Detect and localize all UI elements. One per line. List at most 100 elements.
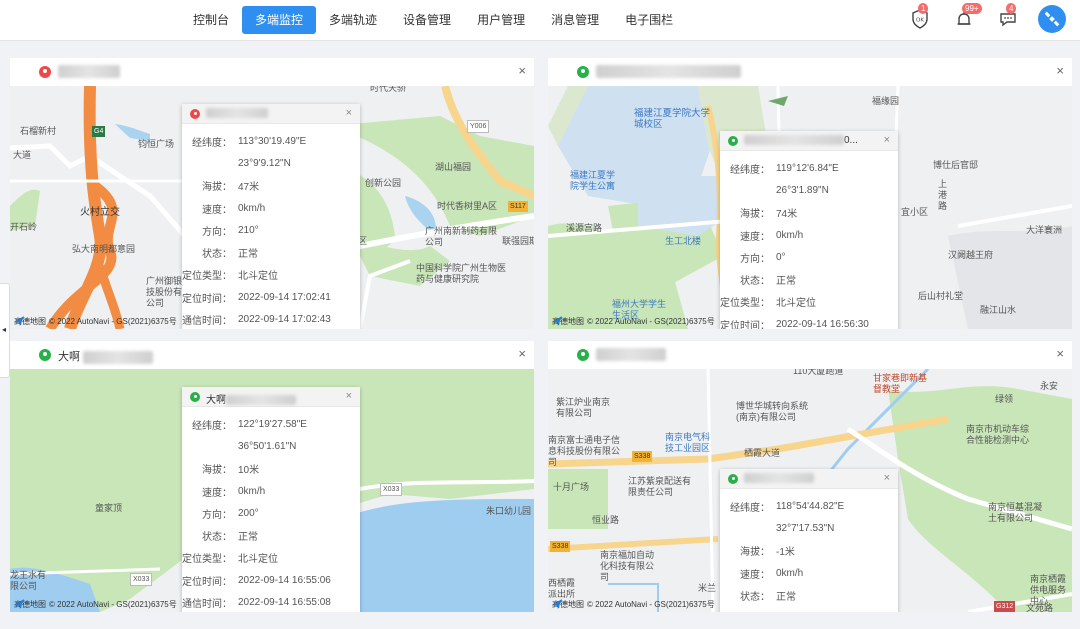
field-label: 状态：: [740, 591, 770, 603]
field-label: 速度：: [202, 204, 232, 216]
info-popup: × 经纬度： 113°30'19.49"E 23°9'9.12"N 海拔： 47米 …: [182, 104, 360, 329]
map-label: 开石岭: [10, 222, 38, 232]
field-label: 定位类型：: [182, 271, 232, 283]
field-label: 定位时间：: [182, 576, 232, 588]
close-icon[interactable]: ×: [1056, 347, 1064, 361]
map-label: 南京福加自动化科技有限公司: [600, 550, 655, 582]
map-view[interactable]: 时代天骄 Y006 石榴新村 G4 钧恒广场 大道 湖山福园 创新公园 火村立交…: [10, 86, 534, 329]
notice-button[interactable]: 99+: [950, 3, 982, 33]
panel-header: 大啊 ×: [10, 341, 534, 369]
map-view[interactable]: 福建江夏学院大学城校区 福缘园 福建江夏学院学生公寓 博仕后官邸 上港路 溪源宫…: [548, 86, 1072, 329]
field-label: 状态：: [202, 249, 232, 261]
nav-item-message-mgmt[interactable]: 消息管理: [538, 6, 612, 34]
loc-time-value: 2022-09-14 16:56:30: [776, 318, 869, 329]
road-sign: G4: [92, 126, 106, 137]
nav-item-console[interactable]: 控制台: [180, 6, 242, 34]
direction-value: 0°: [776, 251, 786, 263]
map-label: 110大厦跑道: [793, 369, 844, 376]
loc-type-value: 北斗定位: [238, 554, 278, 566]
direction-value: 200°: [238, 507, 259, 519]
nav-item-multi-track[interactable]: 多端轨迹: [316, 6, 390, 34]
field-label: 通信时间：: [182, 316, 232, 328]
panel-header: ×: [548, 58, 1072, 86]
amap-copyright: © 2022 AutoNavi - GS(2021)6375号: [49, 600, 177, 609]
map-label: 南京恒基混凝土有限公司: [988, 502, 1043, 523]
map-label: 博世华城转向系统(南京)有限公司: [736, 401, 809, 422]
top-bar: 控制台 多端监控 多端轨迹 设备管理 用户管理 消息管理 电子围栏 OK 1 9…: [0, 0, 1080, 41]
nav-item-geofence[interactable]: 电子围栏: [612, 6, 686, 34]
info-popup-header: ×: [720, 469, 898, 489]
amap-copyright: © 2022 AutoNavi - GS(2021)6375号: [587, 600, 715, 609]
user-avatar[interactable]: [1038, 5, 1066, 33]
speed-value: 0km/h: [238, 485, 266, 497]
map-attribution: 高德地图 © 2022 AutoNavi - GS(2021)6375号: [552, 316, 715, 327]
sidebar-toggle[interactable]: ◂: [0, 283, 10, 378]
road-sign: S338: [550, 541, 571, 552]
map-label: 紫江炉业南京有限公司: [556, 397, 611, 418]
road-sign: G312: [994, 601, 1016, 612]
amap-logo-icon: [552, 599, 562, 609]
map-view[interactable]: 110大厦跑道 甘家巷即新基督教堂 永安 紫江炉业南京有限公司 博世华城转向系统…: [548, 369, 1072, 612]
loc-time-value: 2022-09-14 17:02:41: [238, 291, 331, 303]
latitude-value: 26°3'1.89"N: [776, 184, 829, 196]
monitor-panel-2: × 福建江夏学院大学城校区 福缘园 福建江夏学院学生公寓 博仕后官邸 上港路 溪…: [548, 58, 1072, 329]
redacted-name: [206, 108, 268, 119]
device-marker-icon: [728, 136, 738, 146]
redacted-name: [744, 473, 814, 484]
nav-item-device-mgmt[interactable]: 设备管理: [390, 6, 464, 34]
map-label: 南京市机动车综合性能检测中心: [966, 424, 1030, 445]
speed-value: 0km/h: [238, 202, 266, 214]
satellite-icon: [1044, 11, 1060, 27]
message-button[interactable]: 4: [994, 3, 1022, 33]
popup-close-icon[interactable]: ×: [884, 472, 890, 484]
ok-shield-button[interactable]: OK 1: [906, 3, 934, 33]
nav-item-multi-monitor[interactable]: 多端监控: [242, 6, 317, 34]
longitude-value: 118°54'44.82"E: [776, 500, 845, 512]
field-label: 定位时间：: [182, 293, 232, 305]
device-marker-icon: [190, 392, 200, 402]
popup-close-icon[interactable]: ×: [346, 390, 352, 402]
latitude-value: 32°7'17.53"N: [776, 522, 835, 534]
altitude-value: 74米: [776, 209, 798, 221]
redacted-name: [596, 65, 741, 78]
map-label: 永安: [1040, 381, 1059, 391]
popup-device-name: 0...: [744, 135, 858, 146]
altitude-value: 47米: [238, 182, 260, 194]
field-label: 经纬度：: [730, 164, 770, 176]
map-label: 火村立交: [80, 207, 120, 218]
popup-close-icon[interactable]: ×: [884, 134, 890, 146]
popup-close-icon[interactable]: ×: [346, 107, 352, 119]
close-icon[interactable]: ×: [518, 64, 526, 78]
monitor-panel-4: × 110大厦跑道 甘家巷即新基督教堂 永安 紫江炉业南京有限公司 博世华城转向…: [548, 341, 1072, 612]
latitude-value: 23°9'9.12"N: [238, 157, 291, 169]
status-value: 正常: [776, 591, 796, 603]
redacted-name: [596, 348, 666, 361]
field-label: 速度：: [202, 487, 232, 499]
loc-type-value: 北斗定位: [776, 298, 816, 310]
field-label: 海拔：: [740, 209, 770, 221]
map-attribution: 高德地图 © 2022 AutoNavi - GS(2021)6375号: [14, 599, 177, 610]
main-nav: 控制台 多端监控 多端轨迹 设备管理 用户管理 消息管理 电子围栏: [180, 6, 686, 34]
comm-time-value: 2022-09-14 17:02:43: [238, 314, 331, 326]
map-view[interactable]: X033 童家顶 朱口幼儿园 龙王水有限公司 X033 高德地图 © 2022 …: [10, 369, 534, 612]
field-label: 海拔：: [740, 547, 770, 559]
altitude-value: -1米: [776, 547, 795, 559]
nav-item-user-mgmt[interactable]: 用户管理: [464, 6, 538, 34]
map-label: 溪源宫路: [566, 223, 603, 233]
map-label: 钧恒广场: [138, 139, 175, 149]
map-label: 米兰: [698, 583, 717, 593]
map-label: 弘大南明都意园: [72, 244, 136, 254]
popup-device-name: [206, 108, 268, 119]
field-label: 经纬度：: [192, 420, 232, 432]
field-label: 速度：: [740, 231, 770, 243]
road-sign: Y006: [467, 120, 490, 133]
field-label: 状态：: [740, 276, 770, 288]
latitude-value: 36°50'1.61"N: [238, 440, 297, 452]
close-icon[interactable]: ×: [518, 347, 526, 361]
amap-logo-icon: [552, 316, 562, 326]
longitude-value: 119°12'6.84"E: [776, 162, 839, 174]
close-icon[interactable]: ×: [1056, 64, 1064, 78]
map-label: 龙王水有限公司: [10, 570, 47, 591]
popup-device-name: 大啊: [206, 391, 296, 406]
map-label: 栖霞大道: [744, 448, 781, 458]
